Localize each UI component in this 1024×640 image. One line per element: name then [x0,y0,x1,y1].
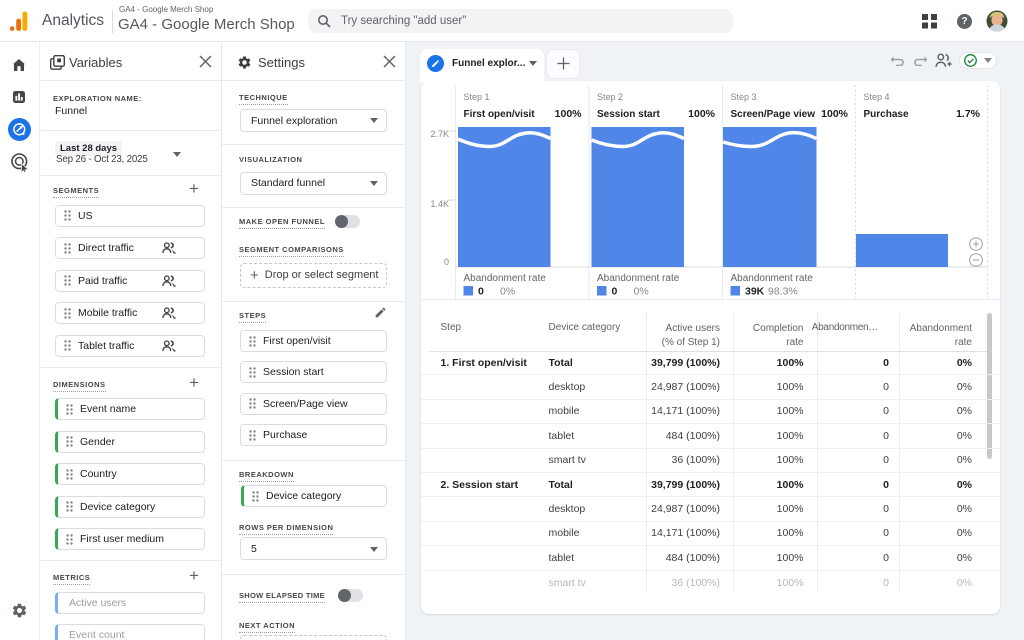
svg-text:98.3%: 98.3% [768,286,798,298]
svg-text:0%: 0% [634,286,649,298]
svg-text:Step 2: Step 2 [597,92,623,102]
svg-text:Abandonment rate: Abandonment rate [464,273,547,284]
svg-text:Abandonment rate: Abandonment rate [731,273,814,284]
svg-text:Screen/Page view: Screen/Page view [731,109,816,120]
svg-text:Purchase: Purchase [864,109,909,120]
svg-text:Session start: Session start [597,109,660,120]
svg-text:39K: 39K [745,286,765,298]
svg-text:0: 0 [444,257,449,267]
svg-text:100%: 100% [688,108,716,120]
svg-text:100%: 100% [821,108,849,120]
svg-text:0%: 0% [500,286,515,298]
svg-text:Step 3: Step 3 [731,92,757,102]
svg-text:Step 4: Step 4 [864,92,890,102]
svg-text:0: 0 [612,286,618,298]
svg-text:Abandonment rate: Abandonment rate [597,273,680,284]
svg-text:1.7%: 1.7% [956,108,981,120]
svg-text:Step 1: Step 1 [464,92,490,102]
svg-text:0: 0 [478,286,484,298]
svg-text:1.4K: 1.4K [430,199,449,209]
svg-text:2.7K: 2.7K [430,129,449,139]
svg-text:First open/visit: First open/visit [464,109,536,120]
svg-text:100%: 100% [555,108,583,120]
